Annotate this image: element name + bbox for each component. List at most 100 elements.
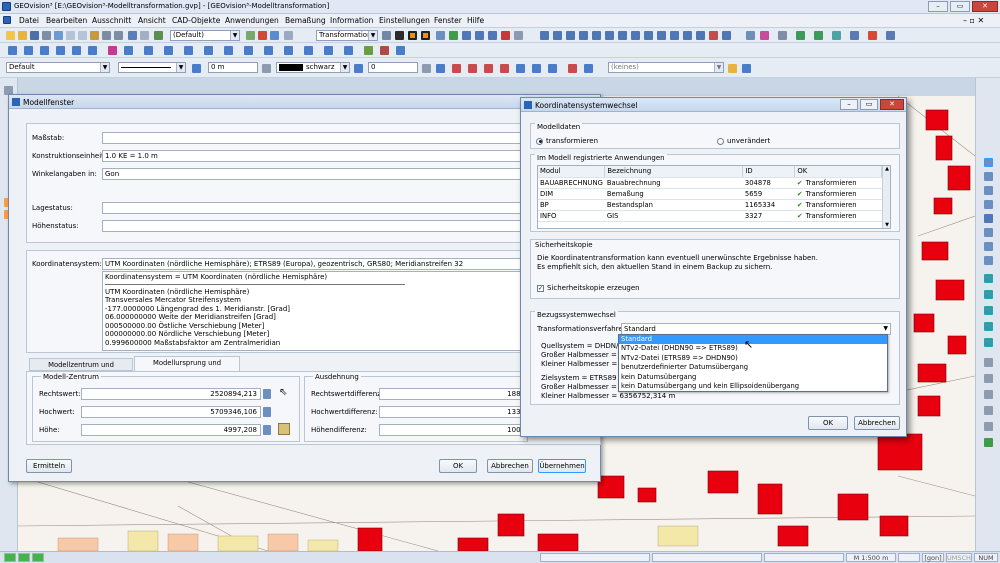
zoom-in-icon[interactable]: [984, 158, 993, 167]
hoehendifferenz-field[interactable]: 1000: [379, 424, 529, 436]
zoom-out-icon[interactable]: [984, 172, 993, 181]
view-4-icon[interactable]: [579, 31, 588, 40]
extra-tool-icon[interactable]: [886, 31, 895, 40]
line-tool-icon[interactable]: [382, 31, 391, 40]
draw-rect-icon[interactable]: [88, 46, 97, 55]
attr-5-icon[interactable]: [500, 64, 509, 73]
polygon-icon[interactable]: [814, 31, 823, 40]
cut-icon[interactable]: [66, 31, 75, 40]
hatch-icon[interactable]: [284, 46, 293, 55]
menu-datei[interactable]: Datei: [19, 16, 39, 25]
view-10-icon[interactable]: [657, 31, 666, 40]
trim-icon[interactable]: [244, 46, 253, 55]
arrow-icon[interactable]: [778, 31, 787, 40]
sicherheitskopie-checkbox[interactable]: ✓ Sicherheitskopie erzeugen: [537, 284, 640, 292]
attr-3-icon[interactable]: [468, 64, 477, 73]
frame-tool-icon[interactable]: [408, 31, 417, 40]
tool-b-icon[interactable]: [984, 374, 993, 383]
insert-icon[interactable]: [344, 46, 353, 55]
hochwert-pick-icon[interactable]: [263, 407, 271, 417]
rechtswert-field[interactable]: 2520894,213: [81, 388, 261, 400]
nav-2-icon[interactable]: [984, 290, 993, 299]
view-5-icon[interactable]: [592, 31, 601, 40]
layer-manager-icon[interactable]: [284, 31, 293, 40]
style-combo[interactable]: (Default) ▼: [170, 30, 240, 41]
radio-unveraendert[interactable]: unverändert: [717, 137, 770, 145]
cursor-pick-icon[interactable]: ⇖: [279, 387, 287, 398]
zoom-next-icon[interactable]: [984, 242, 993, 251]
delete-icon[interactable]: [380, 46, 389, 55]
hoehe-pick-icon[interactable]: [263, 425, 271, 435]
draw-arc-icon[interactable]: [56, 46, 65, 55]
col-id[interactable]: ID: [742, 166, 796, 178]
zoom-prev-icon[interactable]: [984, 228, 993, 237]
preview-icon[interactable]: [54, 31, 63, 40]
layer-icon[interactable]: [128, 31, 137, 40]
paste-icon[interactable]: [90, 31, 99, 40]
minimize-button[interactable]: –: [928, 1, 948, 12]
layer-lock-icon[interactable]: [270, 31, 279, 40]
frame2-tool-icon[interactable]: [421, 31, 430, 40]
col-ok[interactable]: OK: [794, 166, 882, 178]
table-icon[interactable]: [462, 31, 471, 40]
ermitteln-button[interactable]: Ermitteln: [26, 459, 72, 473]
rechtswertdifferenz-field[interactable]: 1882: [379, 388, 529, 400]
attr-2-icon[interactable]: [452, 64, 461, 73]
snap-icon[interactable]: [154, 31, 163, 40]
kw-maximize-button[interactable]: ▭: [860, 99, 878, 110]
print-icon[interactable]: [42, 31, 51, 40]
zoom-scale-icon[interactable]: [984, 256, 993, 265]
modell-ok-button[interactable]: OK: [439, 459, 477, 473]
grid-icon[interactable]: [449, 31, 458, 40]
view-15-icon[interactable]: [722, 31, 731, 40]
layer-on-icon[interactable]: [246, 31, 255, 40]
menu-fenster[interactable]: Fenster: [434, 16, 462, 25]
draw-spline-icon[interactable]: [124, 46, 133, 55]
view-13-icon[interactable]: [696, 31, 705, 40]
height-tool-icon[interactable]: [278, 423, 290, 435]
view-1-icon[interactable]: [540, 31, 549, 40]
apps-table-scrollbar[interactable]: ▲ ▼: [882, 166, 890, 228]
redo-icon[interactable]: [114, 31, 123, 40]
tab-modellursprung[interactable]: Modellursprung und Ausdehnung: [134, 356, 240, 380]
nav-1-icon[interactable]: [984, 274, 993, 283]
zoom-all-icon[interactable]: [984, 200, 993, 209]
close-button[interactable]: ✕: [972, 1, 998, 12]
text-tool-icon[interactable]: [850, 31, 859, 40]
view-14-icon[interactable]: [709, 31, 718, 40]
folder-icon[interactable]: [728, 64, 737, 73]
radio-transformieren[interactable]: transformieren: [536, 137, 598, 145]
attr-8-icon[interactable]: [548, 64, 557, 73]
tool-icon[interactable]: [140, 31, 149, 40]
attr-7-icon[interactable]: [532, 64, 541, 73]
kw-close-button[interactable]: ✕: [880, 99, 904, 110]
nav-4-icon[interactable]: [984, 322, 993, 331]
view-12-icon[interactable]: [683, 31, 692, 40]
view-9-icon[interactable]: [644, 31, 653, 40]
settings-icon[interactable]: [514, 31, 523, 40]
menu-bemassung[interactable]: Bemaßung: [285, 16, 326, 25]
view-7-icon[interactable]: [618, 31, 627, 40]
dimension-icon[interactable]: [304, 46, 313, 55]
view-2-icon[interactable]: [553, 31, 562, 40]
radio-unveraendert-dot[interactable]: [717, 137, 724, 145]
mirror-icon[interactable]: [204, 46, 213, 55]
modell-abbrechen-button[interactable]: Abbrechen: [487, 459, 533, 473]
chevron-down-icon[interactable]: ▼: [883, 324, 888, 334]
kw-abbrechen-button[interactable]: Abbrechen: [854, 416, 900, 430]
block-icon[interactable]: [324, 46, 333, 55]
scroll-down-icon[interactable]: ▼: [883, 222, 890, 228]
keines-combo[interactable]: (keines) ▼: [608, 62, 724, 73]
open-folder-icon[interactable]: [18, 31, 27, 40]
list-icon[interactable]: [742, 64, 751, 73]
pen-tool-icon[interactable]: [395, 31, 404, 40]
mdi-window-controls[interactable]: – ▫ ✕: [963, 16, 984, 25]
view-6-icon[interactable]: [605, 31, 614, 40]
attr-6-icon[interactable]: [516, 64, 525, 73]
menu-ausschnitt[interactable]: Ausschnitt: [92, 16, 131, 25]
color-combo[interactable]: schwarz ▼: [276, 62, 350, 73]
attr-4-icon[interactable]: [484, 64, 493, 73]
option-benutzerdefiniert[interactable]: benutzerdefinierter Datumsübergang: [619, 363, 887, 373]
nav-5-icon[interactable]: [984, 338, 993, 347]
option-kein-datum[interactable]: kein Datumsübergang: [619, 373, 887, 383]
